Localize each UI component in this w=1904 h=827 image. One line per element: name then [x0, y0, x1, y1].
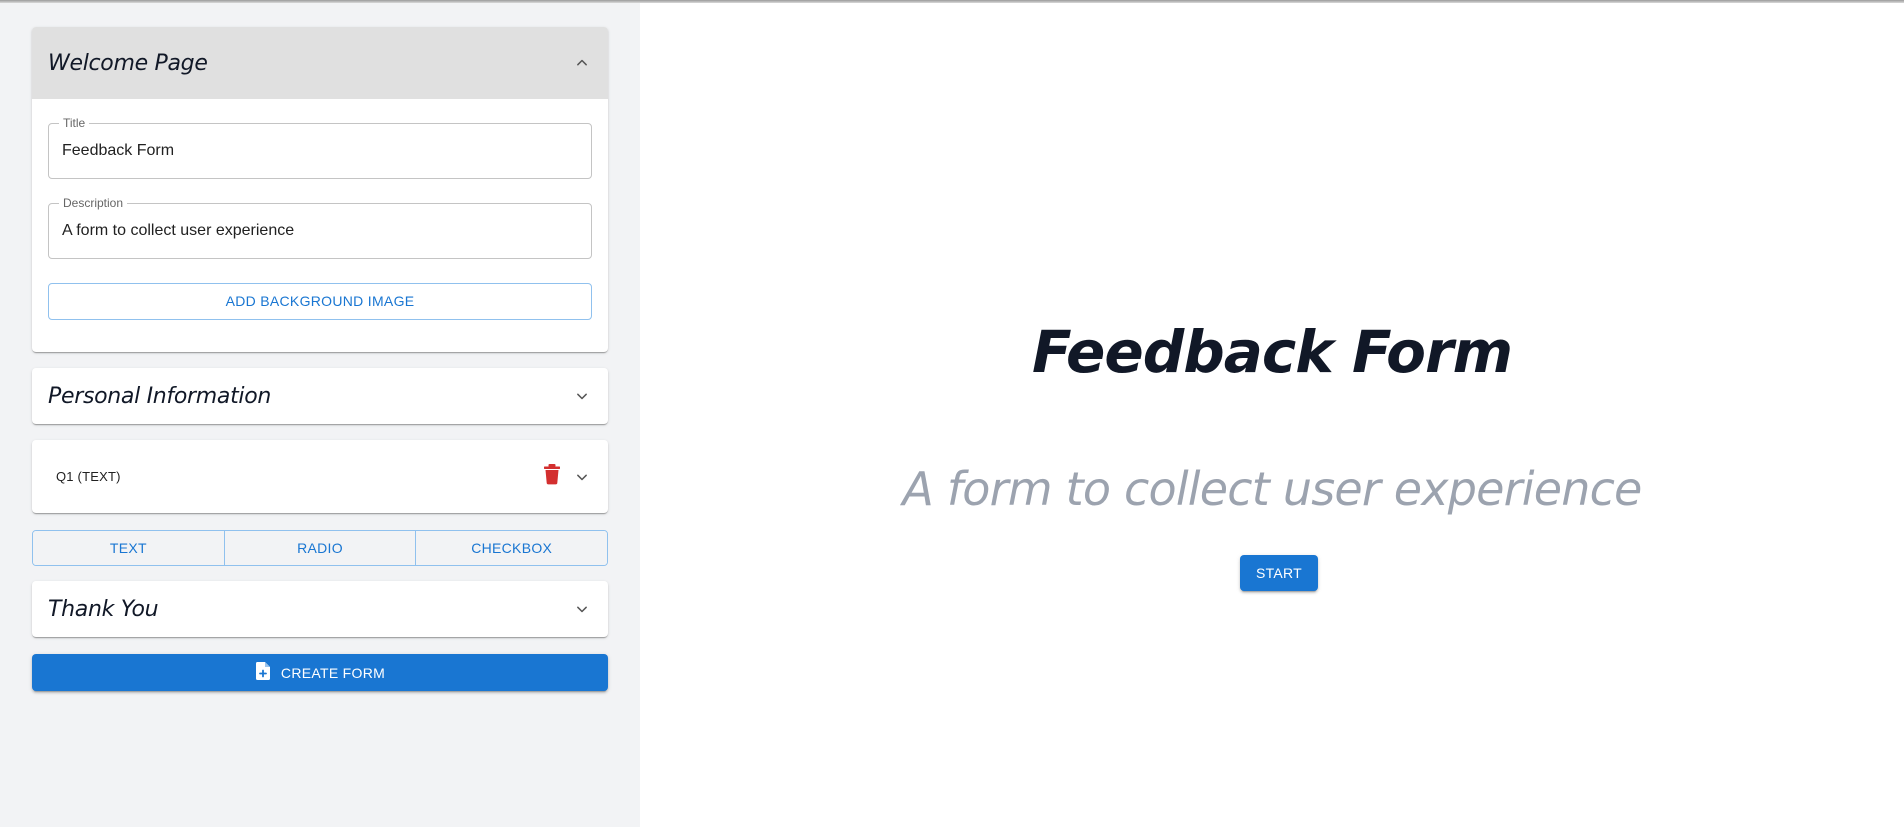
preview-title: Feedback Form: [1031, 318, 1513, 386]
form-builder-app: Welcome Page Title Description ADD BACKG…: [0, 0, 1904, 827]
chevron-down-icon[interactable]: [572, 386, 592, 406]
builder-sidebar: Welcome Page Title Description ADD BACKG…: [0, 0, 640, 827]
welcome-page-title: Welcome Page: [48, 50, 208, 76]
create-form-label: CREATE FORM: [280, 664, 386, 681]
create-form-button[interactable]: CREATE FORM: [32, 654, 608, 691]
file-add-icon: [255, 662, 271, 683]
welcome-page-header[interactable]: Welcome Page: [32, 27, 608, 99]
welcome-page-panel: Welcome Page Title Description ADD BACKG…: [32, 27, 608, 352]
add-radio-question-button[interactable]: RADIO: [223, 531, 416, 565]
title-field[interactable]: Title: [48, 116, 592, 179]
add-background-image-button[interactable]: ADD BACKGROUND IMAGE: [48, 283, 592, 320]
title-input[interactable]: [62, 142, 582, 160]
personal-information-header[interactable]: Personal Information: [32, 368, 608, 424]
question-panel: Q1 (TEXT): [32, 440, 608, 513]
chevron-down-icon[interactable]: [572, 467, 592, 487]
question-header[interactable]: Q1 (TEXT): [32, 440, 608, 513]
chevron-down-icon[interactable]: [572, 599, 592, 619]
personal-information-panel: Personal Information: [32, 368, 608, 424]
start-button[interactable]: START: [1240, 555, 1318, 591]
form-preview: Feedback Form A form to collect user exp…: [640, 0, 1904, 827]
preview-description: A form to collect user experience: [902, 462, 1642, 516]
personal-information-title: Personal Information: [48, 383, 272, 409]
add-question-button-group: TEXT RADIO CHECKBOX: [32, 530, 608, 566]
description-input[interactable]: [62, 222, 582, 240]
description-field[interactable]: Description: [48, 196, 592, 259]
thank-you-header[interactable]: Thank You: [32, 581, 608, 637]
title-field-label: Title: [59, 116, 90, 130]
chevron-up-icon[interactable]: [572, 53, 592, 73]
thank-you-title: Thank You: [48, 596, 159, 622]
description-field-label: Description: [59, 196, 128, 210]
top-divider: [0, 0, 1904, 3]
add-checkbox-question-button[interactable]: CHECKBOX: [415, 531, 607, 565]
add-text-question-button[interactable]: TEXT: [33, 531, 224, 565]
question-label: Q1 (TEXT): [56, 469, 121, 484]
question-actions: [542, 463, 592, 490]
thank-you-panel: Thank You: [32, 581, 608, 637]
trash-icon[interactable]: [542, 463, 562, 490]
